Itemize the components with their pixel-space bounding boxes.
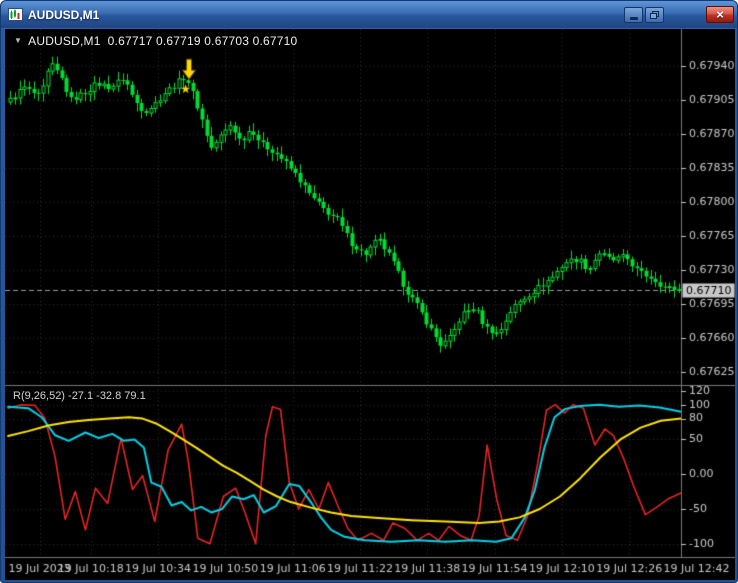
minimize-icon <box>629 16 638 20</box>
chart-area: ▼ AUDUSD,M1 0.67717 0.67719 0.67703 0.67… <box>5 29 735 580</box>
minimize-button[interactable] <box>624 6 643 23</box>
restore-button[interactable] <box>645 6 664 23</box>
close-icon: × <box>716 7 724 22</box>
symbol-dropdown-icon[interactable]: ▼ <box>14 37 22 45</box>
chart-window: AUDUSD,M1 × ▼ AUDUSD,M1 0.67717 0.67719 … <box>0 0 738 583</box>
window-title: AUDUSD,M1 <box>28 7 100 22</box>
restore-icon <box>650 10 659 19</box>
chart-canvas[interactable] <box>5 29 735 580</box>
titlebar-spacer <box>664 14 706 15</box>
chart-window-icon <box>8 8 23 21</box>
window-controls: × <box>622 6 734 23</box>
close-button[interactable]: × <box>706 6 734 23</box>
title-bar[interactable]: AUDUSD,M1 × <box>1 1 737 28</box>
